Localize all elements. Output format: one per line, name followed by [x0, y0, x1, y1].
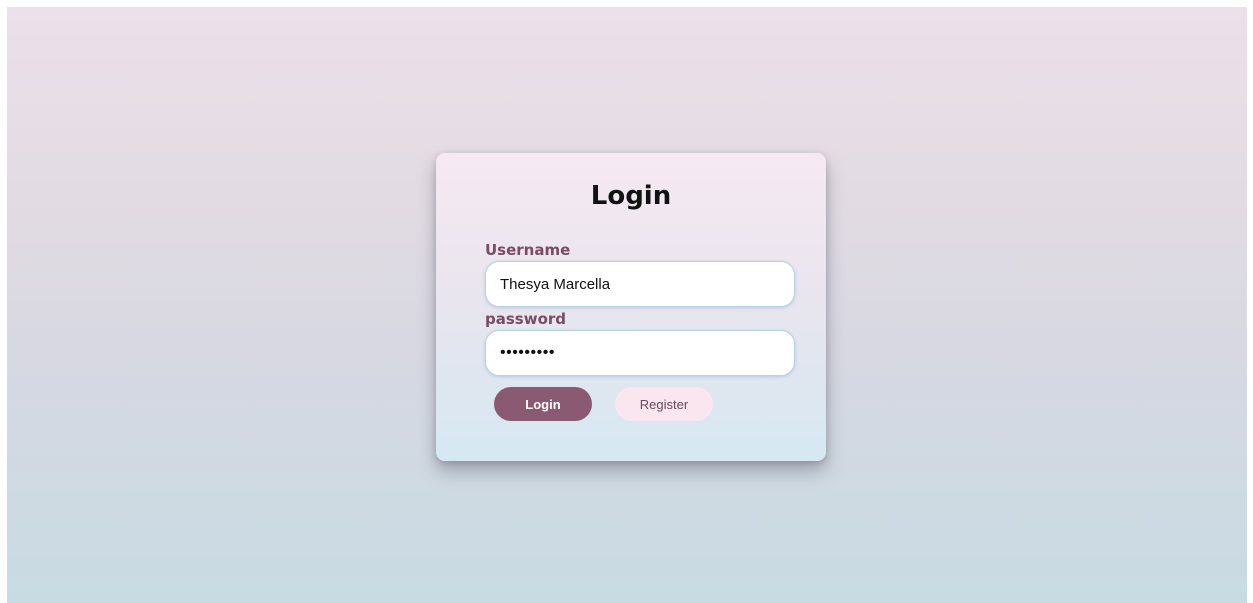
login-card: Login Username password Login Register [436, 153, 826, 461]
page-background: Login Username password Login Register [7, 7, 1247, 603]
username-input[interactable] [485, 261, 795, 307]
username-label: Username [485, 241, 571, 259]
password-label: password [485, 310, 567, 328]
login-title: Login [590, 181, 672, 211]
login-button[interactable]: Login [494, 387, 592, 421]
register-button[interactable]: Register [615, 387, 713, 421]
password-input[interactable] [485, 330, 795, 376]
